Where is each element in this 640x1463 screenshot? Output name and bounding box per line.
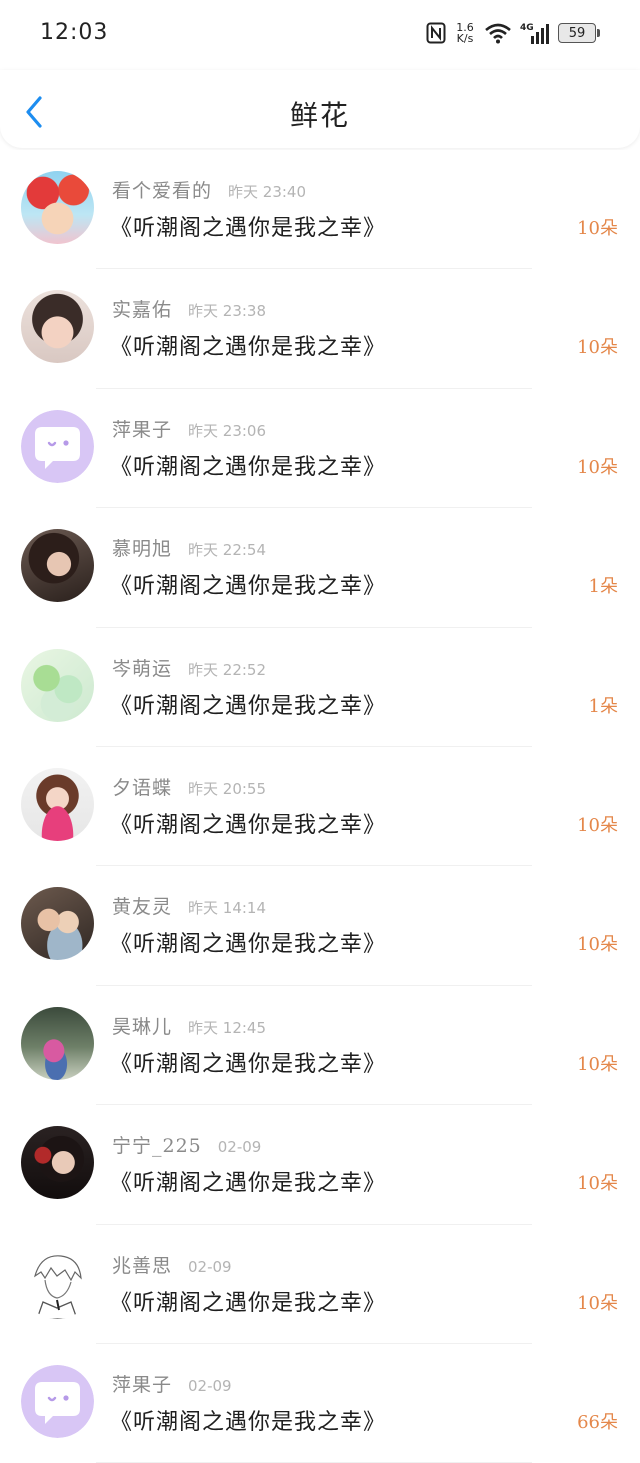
signal-icon: 4G: [520, 23, 549, 44]
book-title: 《听潮阁之遇你是我之幸》: [110, 1290, 387, 1316]
user-name: 看个爱看的 昨天 23:40: [112, 180, 307, 202]
wifi-icon: [485, 23, 511, 44]
book-title: 《听潮阁之遇你是我之幸》: [110, 812, 387, 838]
send-time: 昨天 23:38: [188, 302, 267, 321]
book-title: 《听潮阁之遇你是我之幸》: [110, 1171, 387, 1197]
user-name: 萍果子 昨天 23:06: [112, 418, 267, 441]
avatar[interactable]: [21, 887, 94, 961]
list-item[interactable]: 兆善思 02-09 《听潮阁之遇你是我之幸》 10朵: [0, 1225, 640, 1345]
list-item[interactable]: 慕明旭 昨天 22:54 《听潮阁之遇你是我之幸》 1朵: [0, 508, 640, 628]
user-name: 昊琳儿 昨天 12:45: [112, 1015, 267, 1038]
list-item[interactable]: 宁宁_225 02-09 《听潮阁之遇你是我之幸》 10朵: [0, 1105, 640, 1225]
page-title: 鲜花: [289, 99, 350, 132]
list-item[interactable]: 岑萌运 昨天 22:52 《听潮阁之遇你是我之幸》 1朵: [0, 628, 640, 748]
avatar[interactable]: [21, 1245, 94, 1319]
list-item[interactable]: 萍果子 昨天 23:06 《听潮阁之遇你是我之幸》 10朵: [0, 389, 640, 509]
avatar[interactable]: [21, 767, 94, 841]
book-title: 《听潮阁之遇你是我之幸》: [110, 1409, 387, 1435]
page-header: 鲜花: [0, 70, 640, 148]
list-item[interactable]: 夕语蝶 昨天 20:55 《听潮阁之遇你是我之幸》 10朵: [0, 747, 640, 867]
user-name: 兆善思 02-09: [112, 1254, 232, 1277]
book-title: 《听潮阁之遇你是我之幸》: [110, 454, 387, 480]
book-title: 《听潮阁之遇你是我之幸》: [110, 1051, 387, 1077]
flower-count: 10朵: [577, 1292, 618, 1314]
avatar[interactable]: [21, 171, 94, 244]
list-item[interactable]: 实嘉佑 昨天 23:38 《听潮阁之遇你是我之幸》 10朵: [0, 269, 640, 390]
send-time: 昨天 20:55: [188, 779, 267, 798]
avatar[interactable]: [21, 290, 94, 364]
list-item[interactable]: 昊琳儿 昨天 12:45 《听潮阁之遇你是我之幸》 10朵: [0, 986, 640, 1106]
battery-indicator: 59: [558, 23, 600, 43]
avatar[interactable]: [21, 1364, 94, 1438]
avatar[interactable]: [21, 1126, 94, 1200]
flower-count: 10朵: [577, 934, 618, 956]
send-time: 昨天 12:45: [188, 1018, 267, 1037]
avatar[interactable]: [21, 648, 94, 722]
flower-count: 66朵: [577, 1411, 618, 1433]
user-name: 萍果子 02-09: [112, 1373, 232, 1396]
user-name: 宁宁_225 02-09: [112, 1135, 262, 1158]
send-time: 02-09: [188, 1376, 232, 1395]
user-name: 黄友灵 昨天 14:14: [112, 896, 267, 919]
net-speed: 1.6 K/s: [456, 21, 474, 45]
flower-count: 10朵: [577, 814, 618, 836]
avatar[interactable]: [21, 409, 94, 483]
flower-count: 10朵: [577, 337, 618, 359]
status-time: 12:03: [40, 20, 109, 45]
send-time: 昨天 14:14: [188, 899, 267, 918]
flower-count: 1朵: [588, 576, 618, 598]
flower-list: 看个爱看的 昨天 23:40 《听潮阁之遇你是我之幸》 10朵 实嘉佑 昨天 23:…: [0, 150, 640, 1463]
flower-count: 10朵: [577, 456, 618, 478]
send-time: 02-09: [188, 1257, 232, 1276]
book-title: 《听潮阁之遇你是我之幸》: [110, 216, 387, 241]
send-time: 02-09: [217, 1138, 262, 1157]
book-title: 《听潮阁之遇你是我之幸》: [110, 693, 387, 719]
avatar[interactable]: [21, 529, 94, 603]
flower-count: 10朵: [577, 1173, 618, 1195]
user-name: 岑萌运 昨天 22:52: [112, 657, 267, 680]
user-name: 实嘉佑 昨天 23:38: [112, 299, 267, 322]
network-type: 4G: [520, 23, 534, 33]
list-item[interactable]: 黄友灵 昨天 14:14 《听潮阁之遇你是我之幸》 10朵: [0, 866, 640, 987]
send-time: 昨天 23:40: [228, 183, 307, 201]
book-title: 《听潮阁之遇你是我之幸》: [110, 335, 387, 361]
flower-count: 1朵: [588, 695, 618, 717]
send-time: 昨天 23:06: [188, 421, 267, 440]
book-title: 《听潮阁之遇你是我之幸》: [110, 574, 387, 600]
avatar[interactable]: [21, 1006, 94, 1080]
user-name: 慕明旭 昨天 22:54: [112, 538, 267, 561]
send-time: 昨天 22:54: [188, 541, 267, 560]
list-item[interactable]: 看个爱看的 昨天 23:40 《听潮阁之遇你是我之幸》 10朵: [0, 150, 640, 270]
send-time: 昨天 22:52: [188, 660, 267, 679]
status-bar: 12:03 1.6 K/s 4G 59: [0, 0, 640, 70]
flower-count: 10朵: [577, 1053, 618, 1075]
flower-count: 10朵: [577, 218, 618, 239]
list-item[interactable]: 萍果子 02-09 《听潮阁之遇你是我之幸》 66朵: [0, 1344, 640, 1463]
nfc-icon: [426, 22, 446, 44]
status-icons: 1.6 K/s 4G 59: [426, 18, 600, 48]
user-name: 夕语蝶 昨天 20:55: [112, 776, 267, 799]
book-title: 《听潮阁之遇你是我之幸》: [110, 932, 387, 958]
